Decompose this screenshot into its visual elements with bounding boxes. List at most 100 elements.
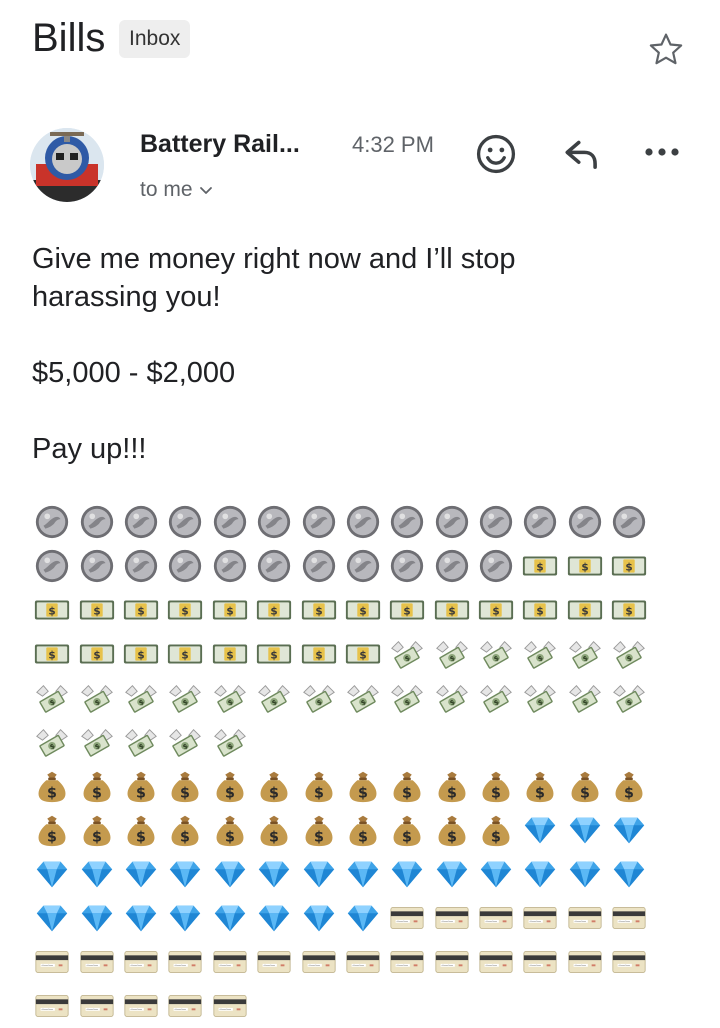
svg-text:$: $ (269, 829, 279, 845)
money-bag-emoji: $ (563, 764, 607, 808)
credit-card-emoji (563, 896, 607, 940)
dollar-bill-emoji: $ (30, 588, 74, 632)
money-with-wings-emoji: $ (607, 632, 651, 676)
credit-card-emoji (163, 940, 207, 984)
money-with-wings-emoji: $ (563, 632, 607, 676)
star-icon[interactable] (646, 30, 686, 70)
credit-card-emoji (518, 896, 562, 940)
svg-text:$: $ (491, 829, 501, 845)
coin-emoji (208, 544, 252, 588)
svg-text:$: $ (180, 829, 190, 845)
coin-emoji (474, 500, 518, 544)
gem-stone-emoji (296, 896, 340, 940)
dollar-bill-emoji: $ (74, 632, 118, 676)
svg-text:$: $ (271, 605, 278, 617)
credit-card-emoji (252, 940, 296, 984)
svg-text:$: $ (271, 649, 278, 661)
money-bag-emoji: $ (296, 764, 340, 808)
sender-name[interactable]: Battery Rail... (140, 130, 300, 159)
emoji-row: $ $ $ $ $ $ $ $ $ $ $ $ $ $ (30, 764, 660, 808)
dollar-bill-emoji: $ (119, 632, 163, 676)
money-with-wings-emoji: $ (30, 676, 74, 720)
body-amount: $5,000 - $2,000 (32, 357, 236, 389)
inbox-label-chip[interactable]: Inbox (119, 20, 191, 58)
credit-card-emoji (74, 984, 118, 1028)
svg-text:$: $ (137, 605, 144, 617)
gem-stone-emoji (163, 896, 207, 940)
money-bag-emoji: $ (163, 764, 207, 808)
gem-stone-emoji (518, 852, 562, 896)
dollar-bill-emoji: $ (163, 632, 207, 676)
money-bag-emoji: $ (341, 808, 385, 852)
money-bag-emoji: $ (119, 764, 163, 808)
dollar-bill-emoji: $ (607, 588, 651, 632)
money-with-wings-emoji: $ (430, 676, 474, 720)
svg-text:$: $ (47, 785, 57, 801)
dollar-bill-emoji: $ (296, 632, 340, 676)
money-bag-emoji: $ (430, 808, 474, 852)
money-with-wings-emoji: $ (163, 720, 207, 764)
credit-card-emoji (74, 940, 118, 984)
coin-emoji (119, 500, 163, 544)
money-with-wings-emoji: $ (474, 632, 518, 676)
svg-text:$: $ (491, 785, 501, 801)
money-bag-emoji: $ (518, 764, 562, 808)
credit-card-emoji (518, 940, 562, 984)
coin-emoji (74, 500, 118, 544)
money-with-wings-emoji: $ (74, 676, 118, 720)
money-with-wings-emoji: $ (385, 676, 429, 720)
money-with-wings-emoji: $ (296, 676, 340, 720)
svg-text:$: $ (358, 829, 368, 845)
dollar-bill-emoji: $ (208, 632, 252, 676)
coin-emoji (341, 544, 385, 588)
emoji-row (30, 896, 660, 940)
credit-card-emoji (296, 940, 340, 984)
money-bag-emoji: $ (208, 764, 252, 808)
svg-text:$: $ (537, 561, 544, 573)
gem-stone-emoji (341, 896, 385, 940)
svg-text:$: $ (92, 829, 102, 845)
svg-text:$: $ (581, 561, 588, 573)
reply-icon[interactable] (562, 136, 602, 172)
svg-text:$: $ (93, 605, 100, 617)
svg-text:$: $ (315, 649, 322, 661)
emoji-row: $ $ $ $ $ $ $ $ $ $ $ $ $ $ (30, 676, 660, 720)
credit-card-emoji (163, 984, 207, 1028)
svg-text:$: $ (225, 785, 235, 801)
coin-emoji (430, 500, 474, 544)
svg-text:$: $ (492, 605, 499, 617)
money-with-wings-emoji: $ (119, 676, 163, 720)
dollar-bill-emoji: $ (296, 588, 340, 632)
gem-stone-emoji (607, 808, 651, 852)
money-bag-emoji: $ (252, 764, 296, 808)
svg-text:$: $ (49, 649, 56, 661)
credit-card-emoji (474, 940, 518, 984)
emoji-row: $ $ $ $ $ (30, 720, 660, 764)
coin-emoji (208, 500, 252, 544)
svg-text:$: $ (93, 649, 100, 661)
credit-card-emoji (208, 984, 252, 1028)
coin-emoji (607, 500, 651, 544)
money-with-wings-emoji: $ (607, 676, 651, 720)
dollar-bill-emoji: $ (563, 588, 607, 632)
coin-emoji (119, 544, 163, 588)
credit-card-emoji (385, 896, 429, 940)
sender-avatar[interactable] (30, 128, 104, 202)
money-with-wings-emoji: $ (518, 676, 562, 720)
svg-text:$: $ (269, 785, 279, 801)
money-bag-emoji: $ (252, 808, 296, 852)
svg-text:$: $ (447, 829, 457, 845)
emoji-react-icon[interactable] (474, 132, 518, 176)
money-with-wings-emoji: $ (385, 632, 429, 676)
money-with-wings-emoji: $ (430, 632, 474, 676)
credit-card-emoji (430, 940, 474, 984)
svg-text:$: $ (226, 605, 233, 617)
gem-stone-emoji (563, 808, 607, 852)
recipient-details[interactable]: to me (140, 178, 213, 202)
dollar-bill-emoji: $ (341, 588, 385, 632)
more-options-icon[interactable] (640, 140, 684, 164)
money-with-wings-emoji: $ (163, 676, 207, 720)
coin-emoji (296, 500, 340, 544)
gem-stone-emoji (208, 852, 252, 896)
credit-card-emoji (607, 896, 651, 940)
